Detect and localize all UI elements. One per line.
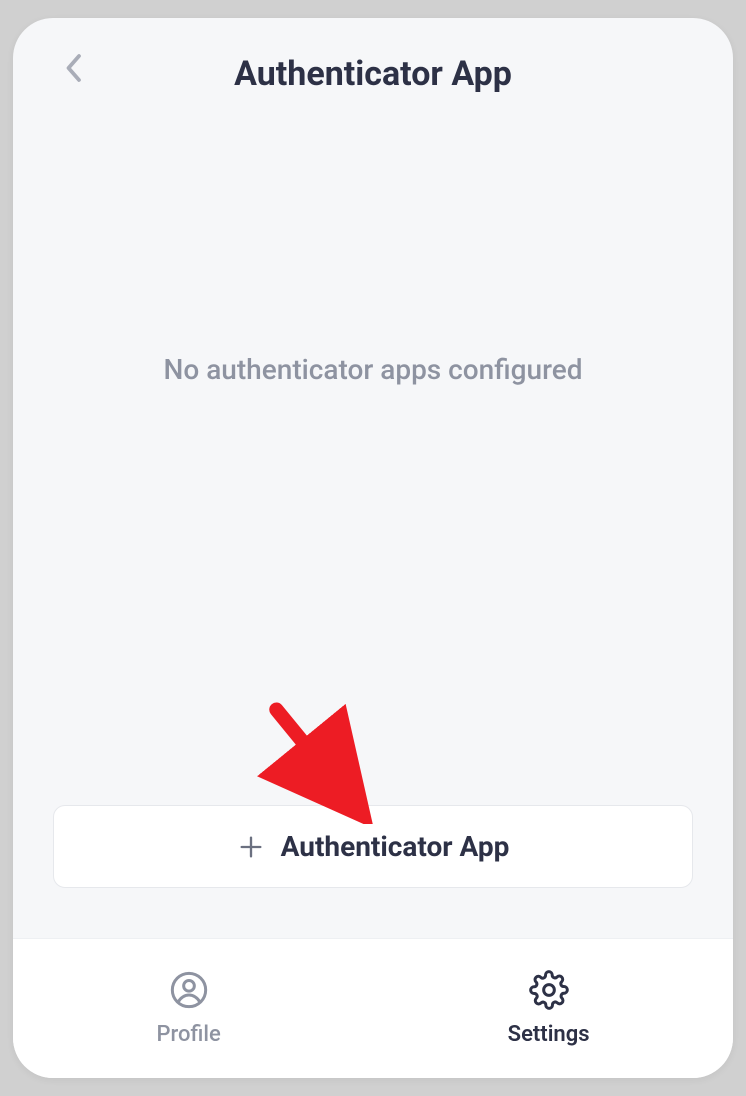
- page-title: Authenticator App: [234, 54, 512, 94]
- gear-icon: [529, 970, 569, 1014]
- bottom-nav: Profile Settings: [13, 938, 733, 1078]
- empty-message: No authenticator apps configured: [163, 353, 582, 386]
- header: Authenticator App: [13, 18, 733, 114]
- empty-state: No authenticator apps configured: [53, 114, 693, 805]
- add-button-label: Authenticator App: [281, 830, 510, 863]
- nav-item-profile[interactable]: Profile: [116, 960, 260, 1057]
- add-authenticator-button[interactable]: Authenticator App: [53, 805, 693, 888]
- profile-icon: [169, 970, 209, 1014]
- nav-label-profile: Profile: [156, 1022, 220, 1047]
- content-area: No authenticator apps configured Authent…: [13, 114, 733, 938]
- nav-label-settings: Settings: [508, 1022, 590, 1047]
- nav-item-settings[interactable]: Settings: [468, 960, 630, 1057]
- settings-card: Authenticator App No authenticator apps …: [13, 18, 733, 1078]
- chevron-left-icon: [64, 53, 82, 87]
- back-button[interactable]: [53, 50, 93, 90]
- plus-icon: [237, 833, 265, 861]
